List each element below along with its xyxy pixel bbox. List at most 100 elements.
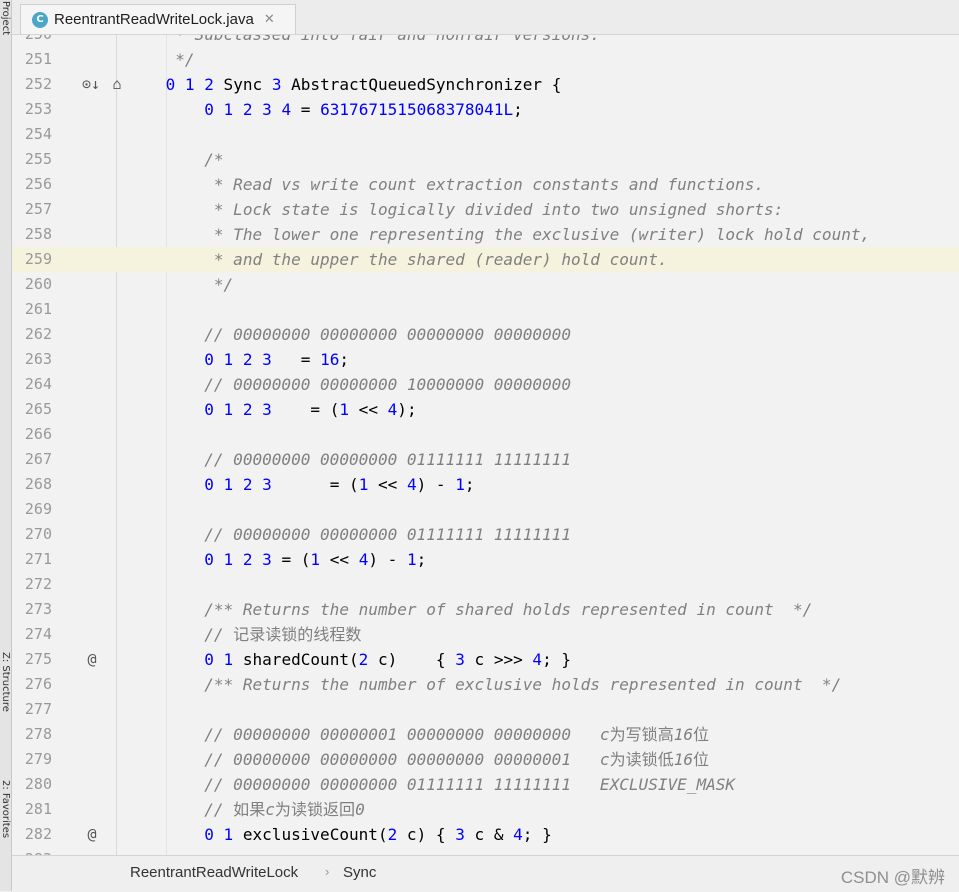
line-number[interactable]: 264 bbox=[12, 372, 52, 397]
code-text: // 00000000 00000000 10000000 00000000 bbox=[127, 372, 571, 397]
code-text: /* bbox=[127, 147, 224, 172]
code-line[interactable]: 282 @ 0 1 exclusiveCount(2 c) { 3 c &… bbox=[12, 822, 959, 847]
line-number[interactable]: 259 bbox=[12, 247, 52, 272]
code-line[interactable]: 278 // 00000000 00000001 00000000 000000… bbox=[12, 722, 959, 747]
code-line[interactable]: 253 0 1 2 3 4 = 6317671515068378041… bbox=[12, 97, 959, 122]
code-line[interactable]: 256 * Read vs write count extraction con… bbox=[12, 172, 959, 197]
code-line[interactable]: 265 0 1 2 3 = (1 << 4); bbox=[12, 397, 959, 422]
code-line[interactable]: 252 ⊙↓ ⌂ 0 1 2 Sync 3 AbstractQueuedSy… bbox=[12, 72, 959, 97]
code-line[interactable]: 251 */ bbox=[12, 47, 959, 72]
line-number[interactable]: 251 bbox=[12, 47, 52, 72]
line-number[interactable]: 250 bbox=[12, 35, 52, 47]
code-editor[interactable]: 250 * Subclassed into fair and nonfair v… bbox=[12, 35, 959, 855]
code-text: * and the upper the shared (reader) hold… bbox=[127, 247, 668, 272]
line-number[interactable]: 272 bbox=[12, 572, 52, 597]
code-text: 0 1 2 3 = (1 << 4) - 1; bbox=[127, 472, 475, 497]
line-number[interactable]: 253 bbox=[12, 97, 52, 122]
code-line[interactable]: 261 bbox=[12, 297, 959, 322]
line-number[interactable]: 266 bbox=[12, 422, 52, 447]
breadcrumb-bar: ReentrantReadWriteLock › Sync CSDN @默辨 bbox=[12, 855, 959, 892]
at-annotation-icon[interactable]: @ bbox=[84, 822, 100, 847]
code-line[interactable]: 267 // 00000000 00000000 01111111 111111… bbox=[12, 447, 959, 472]
code-line[interactable]: 268 0 1 2 3 = (1 << 4) - 1; bbox=[12, 472, 959, 497]
code-line[interactable]: 279 // 00000000 00000000 00000000 000000… bbox=[12, 747, 959, 772]
line-number[interactable]: 258 bbox=[12, 222, 52, 247]
breadcrumb-class[interactable]: ReentrantReadWriteLock bbox=[130, 864, 298, 881]
code-line[interactable]: 269 bbox=[12, 497, 959, 522]
code-text: // 00000000 00000000 01111111 11111111 bbox=[127, 447, 571, 472]
code-text: * Read vs write count extraction constan… bbox=[127, 172, 764, 197]
code-line[interactable]: 258 * The lower one representing the exc… bbox=[12, 222, 959, 247]
line-number[interactable]: 281 bbox=[12, 797, 52, 822]
line-number[interactable]: 254 bbox=[12, 122, 52, 147]
code-line[interactable]: 281 // 如果c为读锁返回0 bbox=[12, 797, 959, 822]
line-number[interactable]: 261 bbox=[12, 297, 52, 322]
line-number[interactable]: 276 bbox=[12, 672, 52, 697]
code-line[interactable]: 259 * and the upper the shared (reader) … bbox=[12, 247, 959, 272]
code-line[interactable]: 274 // 记录读锁的线程数 bbox=[12, 622, 959, 647]
at-annotation-icon[interactable]: @ bbox=[84, 647, 100, 672]
line-number[interactable]: 262 bbox=[12, 322, 52, 347]
code-line[interactable]: 270 // 00000000 00000000 01111111 111111… bbox=[12, 522, 959, 547]
code-text: 0 1 sharedCount(2 c) { 3 c >>> 4; } bbox=[127, 647, 571, 672]
code-line[interactable]: 266 bbox=[12, 422, 959, 447]
code-line[interactable]: 276 /** Returns the number of exclusive … bbox=[12, 672, 959, 697]
line-number[interactable]: 256 bbox=[12, 172, 52, 197]
line-number[interactable]: 279 bbox=[12, 747, 52, 772]
code-line[interactable]: 272 bbox=[12, 572, 959, 597]
code-text: // 00000000 00000000 01111111 11111111 E… bbox=[127, 772, 735, 797]
code-text: // 00000000 00000000 01111111 11111111 bbox=[127, 522, 571, 547]
line-number[interactable]: 283 bbox=[12, 847, 52, 855]
code-line[interactable]: 264 // 00000000 00000000 10000000 000000… bbox=[12, 372, 959, 397]
line-number[interactable]: 252 bbox=[12, 72, 52, 97]
editor-tab-reentrantreadwritelock[interactable]: C ReentrantReadWriteLock.java ✕ bbox=[20, 4, 296, 34]
line-number[interactable]: 265 bbox=[12, 397, 52, 422]
code-text: /** Returns the number of exclusive hold… bbox=[127, 672, 841, 697]
code-line[interactable]: 262 // 00000000 00000000 00000000 000000… bbox=[12, 322, 959, 347]
fold-marker-icon[interactable]: ⌂ bbox=[109, 72, 125, 97]
structure-tool-tab[interactable]: Z: Structure bbox=[0, 652, 11, 712]
line-number[interactable]: 271 bbox=[12, 547, 52, 572]
code-line[interactable]: 275 @ 0 1 sharedCount(2 c) { 3 c >>> … bbox=[12, 647, 959, 672]
editor-tab-bar: C ReentrantReadWriteLock.java ✕ bbox=[12, 0, 959, 35]
line-number[interactable]: 270 bbox=[12, 522, 52, 547]
line-number[interactable]: 277 bbox=[12, 697, 52, 722]
code-line[interactable]: 271 0 1 2 3 = (1 << 4) - 1; bbox=[12, 547, 959, 572]
line-number[interactable]: 268 bbox=[12, 472, 52, 497]
code-line[interactable]: 257 * Lock state is logically divided in… bbox=[12, 197, 959, 222]
code-line[interactable]: 263 0 1 2 3 = 16; bbox=[12, 347, 959, 372]
code-text: // 00000000 00000000 00000000 00000000 bbox=[127, 322, 571, 347]
code-line[interactable]: 255 /* bbox=[12, 147, 959, 172]
code-line[interactable]: 280 // 00000000 00000000 01111111 111111… bbox=[12, 772, 959, 797]
favorites-tool-tab[interactable]: 2: Favorites bbox=[0, 780, 11, 838]
breadcrumb-inner-class[interactable]: Sync bbox=[343, 864, 376, 881]
code-line[interactable]: 277 bbox=[12, 697, 959, 722]
code-line[interactable]: 250 * Subclassed into fair and nonfair v… bbox=[12, 35, 959, 47]
code-text: * The lower one representing the exclusi… bbox=[127, 222, 870, 247]
code-line[interactable]: 273 /** Returns the number of shared hol… bbox=[12, 597, 959, 622]
line-number[interactable]: 255 bbox=[12, 147, 52, 172]
line-number[interactable]: 274 bbox=[12, 622, 52, 647]
close-icon[interactable]: ✕ bbox=[264, 12, 275, 27]
code-text: 0 1 2 3 = (1 << 4) - 1; bbox=[127, 547, 426, 572]
line-number[interactable]: 257 bbox=[12, 197, 52, 222]
code-line[interactable]: 260 */ bbox=[12, 272, 959, 297]
line-number[interactable]: 273 bbox=[12, 597, 52, 622]
line-number[interactable]: 263 bbox=[12, 347, 52, 372]
line-number[interactable]: 267 bbox=[12, 447, 52, 472]
project-tool-tab[interactable]: 1: Project bbox=[0, 0, 11, 35]
code-text: 0 1 2 3 4 = 6317671515068378041L; bbox=[127, 97, 523, 122]
code-text: */ bbox=[127, 272, 233, 297]
code-line[interactable]: 283 bbox=[12, 847, 959, 855]
line-number[interactable]: 260 bbox=[12, 272, 52, 297]
implemented-method-icon[interactable]: ⊙↓ bbox=[82, 72, 98, 97]
breadcrumb-separator: › bbox=[325, 864, 329, 879]
code-text: 0 1 2 Sync 3 AbstractQueuedSynchroni… bbox=[127, 72, 561, 97]
line-number[interactable]: 269 bbox=[12, 497, 52, 522]
line-number[interactable]: 280 bbox=[12, 772, 52, 797]
line-number[interactable]: 282 bbox=[12, 822, 52, 847]
line-number[interactable]: 275 bbox=[12, 647, 52, 672]
code-line[interactable]: 254 bbox=[12, 122, 959, 147]
line-number[interactable]: 278 bbox=[12, 722, 52, 747]
code-text: // 如果c为读锁返回0 bbox=[127, 797, 365, 822]
